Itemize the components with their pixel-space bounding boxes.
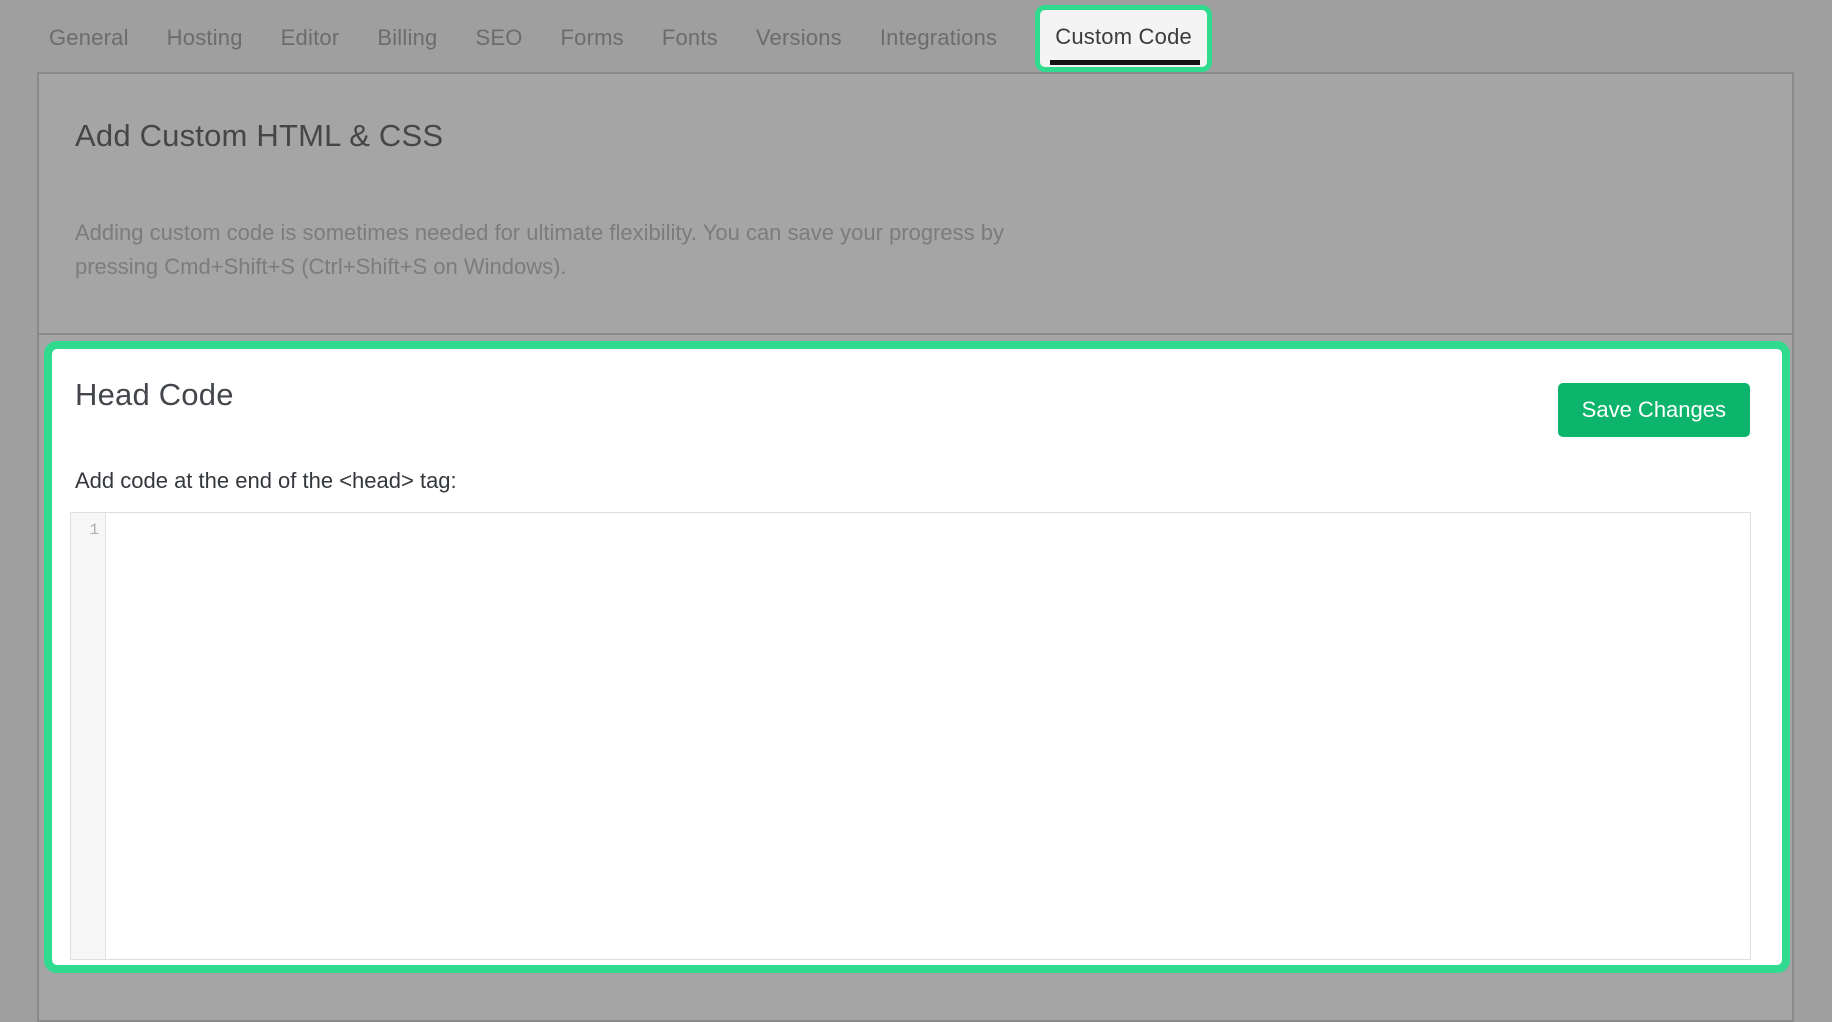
tab-editor[interactable]: Editor <box>281 25 340 51</box>
tab-hosting[interactable]: Hosting <box>167 25 243 51</box>
add-custom-html-css-section: Add Custom HTML & CSS Adding custom code… <box>39 74 1792 335</box>
tab-versions[interactable]: Versions <box>756 25 842 51</box>
editor-line-number-gutter: 1 <box>71 513 106 959</box>
tab-forms[interactable]: Forms <box>561 25 624 51</box>
tab-fonts[interactable]: Fonts <box>662 25 718 51</box>
tab-general[interactable]: General <box>49 25 129 51</box>
save-changes-button[interactable]: Save Changes <box>1558 383 1750 437</box>
head-code-editor-label: Add code at the end of the <head> tag: <box>75 468 457 494</box>
settings-tab-bar: General Hosting Editor Billing SEO Forms Fonts… <box>49 0 1212 76</box>
tab-integrations[interactable]: Integrations <box>880 25 997 51</box>
head-code-input[interactable] <box>106 513 1750 959</box>
head-code-section: Head Code Save Changes Add code at the e… <box>44 341 1790 973</box>
section-description-line2: pressing Cmd+Shift+S (Ctrl+Shift+S on Wi… <box>75 250 1115 284</box>
section-description: Adding custom code is sometimes needed f… <box>75 216 1115 284</box>
head-code-editor[interactable]: 1 <box>70 512 1751 960</box>
head-code-title: Head Code <box>75 377 234 413</box>
line-number: 1 <box>89 521 99 539</box>
tab-custom-code[interactable]: Custom Code <box>1035 5 1212 72</box>
section-title: Add Custom HTML & CSS <box>75 118 1756 154</box>
tab-seo[interactable]: SEO <box>475 25 522 51</box>
section-description-line1: Adding custom code is sometimes needed f… <box>75 216 1115 250</box>
tab-billing[interactable]: Billing <box>377 25 437 51</box>
